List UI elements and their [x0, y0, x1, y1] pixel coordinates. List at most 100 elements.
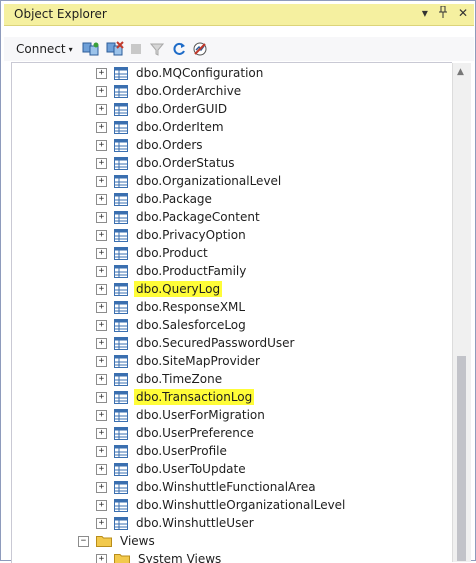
scrollbar-thumb[interactable]	[457, 356, 466, 561]
expand-plus-icon[interactable]: +	[96, 446, 107, 457]
table-icon	[114, 301, 128, 314]
table-icon	[114, 175, 128, 188]
expand-plus-icon[interactable]: +	[96, 194, 107, 205]
expand-plus-icon[interactable]: +	[96, 374, 107, 385]
scroll-up-icon[interactable]: ▲	[457, 67, 464, 77]
stop-icon[interactable]	[130, 40, 142, 58]
expand-plus-icon[interactable]: +	[96, 86, 107, 97]
tree-item-table[interactable]: +dbo.WinshuttleFunctionalArea	[96, 478, 318, 496]
tree-item-table[interactable]: + dbo.OrderStatus	[96, 154, 237, 172]
folder-icon	[114, 553, 130, 563]
tree-item-views[interactable]: −Views	[78, 532, 157, 550]
tree-item-table[interactable]: + dbo.UserForMigration	[96, 406, 267, 424]
expand-plus-icon[interactable]: +	[96, 140, 107, 151]
tree-item-label: dbo.TransactionLog	[134, 389, 254, 405]
table-icon	[114, 499, 128, 512]
expand-plus-icon[interactable]: +	[96, 158, 107, 169]
tree-item-label: dbo.SiteMapProvider	[134, 353, 262, 369]
connect-object-explorer-icon[interactable]	[82, 40, 100, 58]
tree-item-table[interactable]: + dbo.OrganizationalLevel	[96, 172, 283, 190]
tree-item-table[interactable]: + dbo.Product	[96, 244, 210, 262]
expand-plus-icon[interactable]: +	[96, 500, 107, 511]
expand-plus-icon[interactable]: +	[96, 338, 107, 349]
tree-item-table[interactable]: + dbo.OrderGUID	[96, 100, 229, 118]
expand-plus-icon[interactable]: +	[96, 554, 107, 563]
table-icon	[114, 247, 128, 260]
tree-item-table[interactable]: +dbo.Orders	[96, 136, 205, 154]
expand-plus-icon[interactable]: +	[96, 410, 107, 421]
expand-plus-icon[interactable]: +	[96, 428, 107, 439]
table-icon	[114, 103, 128, 116]
tree-item-label: dbo.MQConfiguration	[134, 65, 265, 81]
table-icon	[114, 373, 128, 386]
tree-item-system-views[interactable]: +System Views	[96, 550, 223, 563]
expand-plus-icon[interactable]: +	[96, 122, 107, 133]
tree-item-table[interactable]: +dbo.SecuredPasswordUser	[96, 334, 296, 352]
tree-item-table[interactable]: +dbo.QueryLog	[96, 280, 222, 298]
pin-icon[interactable]	[438, 6, 448, 21]
tree-item-table[interactable]: +dbo.ProductFamily	[96, 262, 248, 280]
tree-item-label: dbo.OrderArchive	[134, 83, 243, 99]
tree-item-label: dbo.Product	[134, 245, 210, 261]
tree-item-label: dbo.PrivacyOption	[134, 227, 248, 243]
tree-item-table[interactable]: + dbo.WinshuttleOrganizationalLevel	[96, 496, 347, 514]
tree-item-label: dbo.OrderStatus	[134, 155, 237, 171]
tree-item-table[interactable]: + dbo.PrivacyOption	[96, 226, 248, 244]
table-icon	[114, 445, 128, 458]
tree-item-table[interactable]: + dbo.Package	[96, 190, 214, 208]
dropdown-arrow-icon[interactable]: ▾	[422, 6, 428, 21]
expand-plus-icon[interactable]: +	[96, 212, 107, 223]
tree-item-label: dbo.OrganizationalLevel	[134, 173, 283, 189]
expand-plus-icon[interactable]: +	[96, 266, 107, 277]
expand-plus-icon[interactable]: +	[96, 230, 107, 241]
tree-item-label: dbo.WinshuttleOrganizationalLevel	[134, 497, 347, 513]
expand-plus-icon[interactable]: +	[96, 518, 107, 529]
tree-item-label: dbo.PackageContent	[134, 209, 262, 225]
tree-item-label: dbo.Package	[134, 191, 214, 207]
tree-item-table[interactable]: + dbo.PackageContent	[96, 208, 262, 226]
tree-item-table[interactable]: + dbo.UserToUpdate	[96, 460, 248, 478]
expand-plus-icon[interactable]: +	[96, 248, 107, 259]
chevron-down-icon: ▾	[69, 45, 73, 54]
expand-plus-icon[interactable]: +	[96, 320, 107, 331]
table-icon	[114, 67, 128, 80]
refresh-icon[interactable]	[172, 40, 186, 58]
tree-item-label: dbo.UserPreference	[134, 425, 256, 441]
tree-item-table[interactable]: + dbo.UserPreference	[96, 424, 256, 442]
expand-plus-icon[interactable]: +	[96, 284, 107, 295]
expand-plus-icon[interactable]: +	[96, 104, 107, 115]
disconnect-icon[interactable]	[106, 40, 124, 58]
tree-item-table[interactable]: +dbo.WinshuttleUser	[96, 514, 256, 532]
tree-item-table[interactable]: +dbo.UserProfile	[96, 442, 229, 460]
table-icon	[114, 229, 128, 242]
tree-item-table[interactable]: + dbo.TransactionLog	[96, 388, 254, 406]
connect-button[interactable]: Connect ▾	[16, 40, 73, 58]
expand-plus-icon[interactable]: +	[96, 356, 107, 367]
table-icon	[114, 517, 128, 530]
tree-item-label: dbo.UserForMigration	[134, 407, 267, 423]
expand-plus-icon[interactable]: +	[96, 68, 107, 79]
expand-plus-icon[interactable]: +	[96, 482, 107, 493]
filter-icon[interactable]	[150, 40, 164, 58]
tree-item-table[interactable]: + dbo.MQConfiguration	[96, 64, 265, 82]
close-icon[interactable]: ✕	[458, 6, 468, 21]
tree-item-table[interactable]: +dbo.OrderItem	[96, 118, 226, 136]
collapse-minus-icon[interactable]: −	[78, 536, 89, 547]
tree-item-table[interactable]: + dbo.SiteMapProvider	[96, 352, 262, 370]
tree-item-table[interactable]: +dbo.SalesforceLog	[96, 316, 248, 334]
expand-plus-icon[interactable]: +	[96, 302, 107, 313]
tree-item-table[interactable]: + dbo.OrderArchive	[96, 82, 243, 100]
tree-item-label: dbo.OrderGUID	[134, 101, 229, 117]
table-icon	[114, 121, 128, 134]
expand-plus-icon[interactable]: +	[96, 464, 107, 475]
title-buttons: ▾ ✕	[422, 6, 468, 21]
tree-item-label: dbo.UserToUpdate	[134, 461, 248, 477]
expand-plus-icon[interactable]: +	[96, 392, 107, 403]
table-icon	[114, 409, 128, 422]
expand-plus-icon[interactable]: +	[96, 176, 107, 187]
tree-item-table[interactable]: +dbo.TimeZone	[96, 370, 224, 388]
tree-item-table[interactable]: +dbo.ResponseXML	[96, 298, 247, 316]
vertical-scrollbar[interactable]: ▲	[452, 63, 471, 562]
activity-monitor-icon[interactable]	[192, 40, 208, 58]
table-icon	[114, 481, 128, 494]
